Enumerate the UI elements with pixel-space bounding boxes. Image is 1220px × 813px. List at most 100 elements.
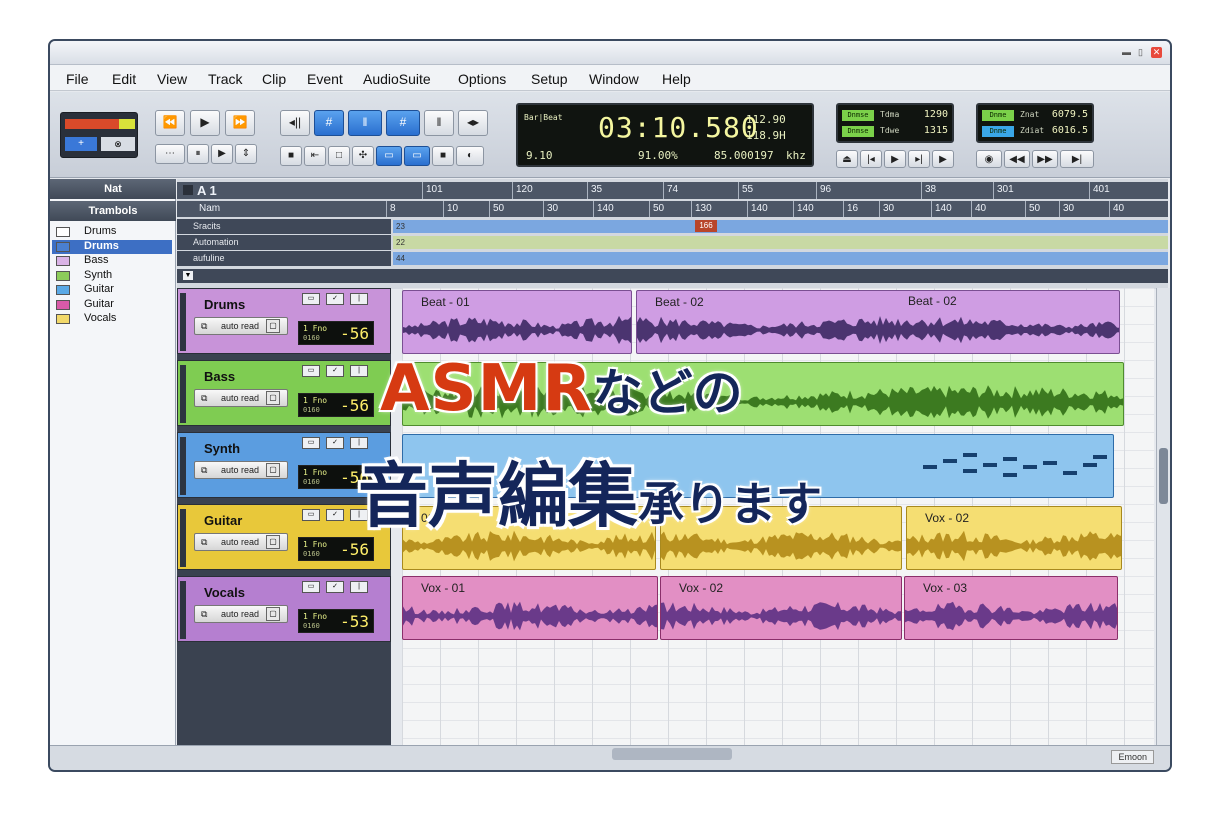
tool-button-7[interactable]: ■ <box>432 146 454 166</box>
track-header[interactable]: Drums ⧉ auto read ▢ ▭ ✓ | 1 Fno 0160 -56 <box>177 288 391 354</box>
track-option-icon[interactable]: ▢ <box>266 607 280 621</box>
fader-sub-label: 0160 <box>303 406 320 414</box>
audio-clip[interactable]: Vox - 02 <box>906 506 1122 570</box>
locate-button-5[interactable]: ▶ <box>932 150 954 168</box>
track-marker-icon[interactable]: | <box>350 293 368 305</box>
audio-clip[interactable]: Beat - 01 <box>402 290 632 354</box>
record-button[interactable]: ◉ <box>976 150 1002 168</box>
shuffle-button[interactable]: ◂▸ <box>458 110 488 136</box>
track-option-icon[interactable]: ▢ <box>266 535 280 549</box>
nav-button-4[interactable]: ⇕ <box>235 144 257 164</box>
slip-button[interactable]: ‖ <box>348 110 382 136</box>
add-icon[interactable]: + <box>65 137 97 151</box>
track-check-icon[interactable]: ✓ <box>326 581 344 593</box>
locate-button-1[interactable]: ⏏ <box>836 150 858 168</box>
track-list-item[interactable]: Bass <box>52 254 172 268</box>
end-button[interactable]: ▶| <box>1060 150 1094 168</box>
automation-row[interactable]: Automation 22 <box>177 235 1168 250</box>
menu-view[interactable]: View <box>157 71 187 87</box>
maximize-icon[interactable]: ▯ <box>1135 47 1146 58</box>
track-option-icon[interactable]: ▢ <box>266 319 280 333</box>
fast-forward-button[interactable]: ⏩ <box>225 110 255 136</box>
track-check-icon[interactable]: ✓ <box>326 509 344 521</box>
track-side-strip <box>180 509 186 567</box>
audio-clip[interactable]: Vox - 03 <box>904 576 1118 640</box>
track-list-item[interactable]: Vocals <box>52 312 172 326</box>
menu-track[interactable]: Track <box>208 71 242 87</box>
forward-button[interactable]: ▶▶ <box>1032 150 1058 168</box>
tool-button-4[interactable]: ✣ <box>352 146 374 166</box>
menu-options[interactable]: Options <box>458 71 506 87</box>
nav-button-1[interactable]: ⋯ <box>155 144 185 164</box>
tool-button-6[interactable]: ▭ <box>404 146 430 166</box>
automation-lane[interactable]: 23 <box>393 220 1168 233</box>
tool-button-1[interactable]: ■ <box>280 146 302 166</box>
automation-row[interactable]: aufuline 44 <box>177 251 1168 266</box>
track-check-icon[interactable]: ✓ <box>326 293 344 305</box>
track-list-item[interactable]: Guitar <box>52 298 172 312</box>
track-list-item[interactable]: Drums <box>52 239 172 254</box>
tool-button-8[interactable]: ◐ <box>456 146 484 166</box>
menu-audiosuite[interactable]: AudioSuite <box>363 71 431 87</box>
locate-button-4[interactable]: ▸| <box>908 150 930 168</box>
menu-event[interactable]: Event <box>307 71 343 87</box>
audio-clip[interactable]: Vox - 01 <box>402 576 658 640</box>
audio-clip[interactable]: Vox - 02 <box>660 576 902 640</box>
locate-button-2[interactable]: |◂ <box>860 150 882 168</box>
menu-file[interactable]: File <box>66 71 89 87</box>
menu-window[interactable]: Window <box>589 71 639 87</box>
track-check-icon[interactable]: ✓ <box>326 437 344 449</box>
track-view-icon[interactable]: ▭ <box>302 581 320 593</box>
tool-button-2[interactable]: ⇤ <box>304 146 326 166</box>
vertical-scrollbar[interactable] <box>1156 288 1170 746</box>
automation-row[interactable]: Sracits 23 166 <box>177 219 1168 234</box>
ruler-tick-label: 55 <box>742 184 754 195</box>
grid-button[interactable]: # <box>314 110 344 136</box>
rewind-button[interactable]: ⏪ <box>155 110 185 136</box>
timeline-ruler[interactable]: A 1 101 120 35 74 55 96 38 301 401 <box>177 182 1168 199</box>
bars-ruler[interactable]: Nam 8 10 50 30 140 50 130 140 140 16 30 140 40 50 30 40 <box>177 201 1168 217</box>
link-icon[interactable]: ⊗ <box>101 137 135 151</box>
tool-button-3[interactable]: □ <box>328 146 350 166</box>
track-view-icon[interactable]: ▭ <box>302 509 320 521</box>
track-list-item[interactable]: Guitar <box>52 283 172 297</box>
track-header[interactable]: Bass ⧉ auto read ▢ ▭ ✓ | 1 Fno 0160 -56 <box>177 360 391 426</box>
track-view-icon[interactable]: ▭ <box>302 293 320 305</box>
minimize-icon[interactable]: ▬ <box>1121 47 1132 58</box>
menu-help[interactable]: Help <box>662 71 691 87</box>
track-header[interactable]: Vocals ⧉ auto read ▢ ▭ ✓ | 1 Fno 0160 -53 <box>177 576 391 642</box>
track-list-item[interactable]: Synth <box>52 269 172 283</box>
close-icon[interactable]: ✕ <box>1151 47 1162 58</box>
playhead-marker[interactable]: 166 <box>695 220 717 232</box>
collapse-icon[interactable]: ▼ <box>183 271 193 280</box>
track-marker-icon[interactable]: | <box>350 365 368 377</box>
menu-setup[interactable]: Setup <box>531 71 568 87</box>
spot-button[interactable]: # <box>386 110 420 136</box>
track-marker-icon[interactable]: | <box>350 581 368 593</box>
menu-clip[interactable]: Clip <box>262 71 286 87</box>
track-view-icon[interactable]: ▭ <box>302 365 320 377</box>
volume-display[interactable]: 1 Fno 0160 -56 <box>298 393 374 417</box>
pause-edit-button[interactable]: ‖ <box>424 110 454 136</box>
automation-lane[interactable]: 44 <box>393 252 1168 265</box>
tool-button-5[interactable]: ▭ <box>376 146 402 166</box>
track-option-icon[interactable]: ▢ <box>266 463 280 477</box>
volume-display[interactable]: 1 Fno 0160 -56 <box>298 321 374 345</box>
back-button[interactable]: ◀◀ <box>1004 150 1030 168</box>
nav-button-2[interactable]: ⏸ <box>187 144 209 164</box>
audio-clip[interactable]: Beat - 02 <box>636 290 1120 354</box>
track-option-icon[interactable]: ▢ <box>266 391 280 405</box>
counter-bars-label: Bar|Beat <box>524 113 563 122</box>
track-check-icon[interactable]: ✓ <box>326 365 344 377</box>
edit-mode-button[interactable]: ◂|| <box>280 110 310 136</box>
volume-display[interactable]: 1 Fno 0160 -53 <box>298 609 374 633</box>
play-button[interactable]: ▶ <box>190 110 220 136</box>
locate-button-3[interactable]: ▶ <box>884 150 906 168</box>
automation-lane[interactable]: 22 <box>393 236 1168 249</box>
horizontal-scrollbar[interactable] <box>612 748 732 760</box>
nav-button-3[interactable]: ▶ <box>211 144 233 164</box>
track-color-swatch <box>56 285 70 295</box>
menu-edit[interactable]: Edit <box>112 71 136 87</box>
track-list-item[interactable]: Drums <box>52 225 172 239</box>
track-view-icon[interactable]: ▭ <box>302 437 320 449</box>
